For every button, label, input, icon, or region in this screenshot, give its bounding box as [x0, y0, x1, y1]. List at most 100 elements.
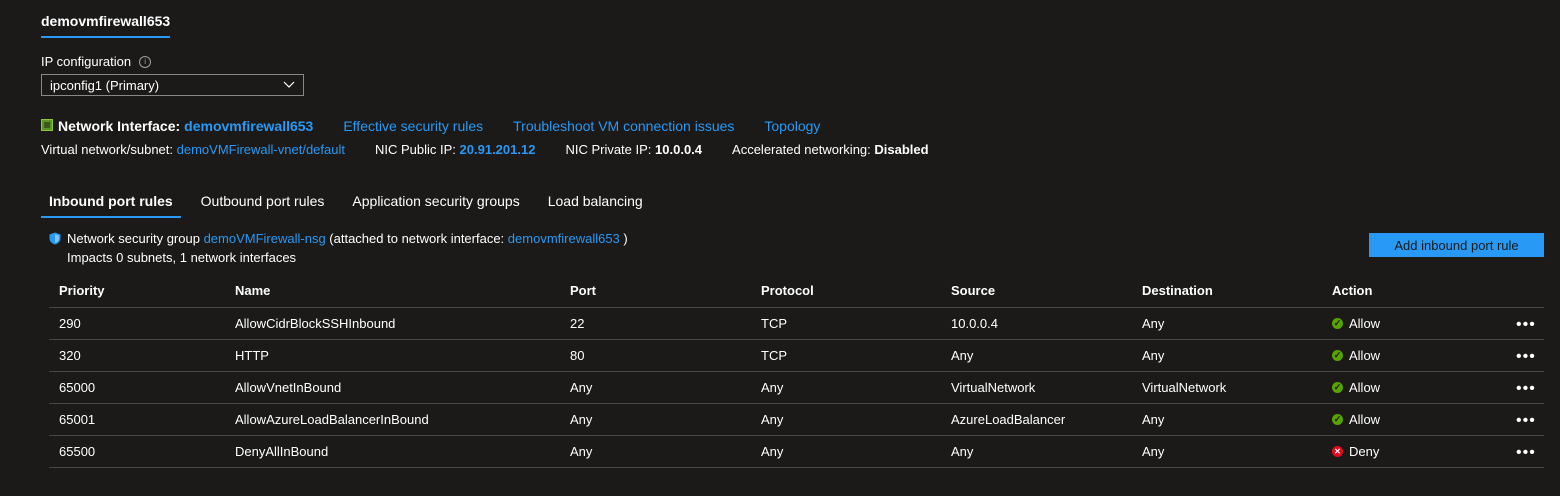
- cell-priority: 65000: [59, 380, 96, 395]
- cell-protocol: Any: [761, 444, 784, 459]
- nic-details: Virtual network/subnet: demoVMFirewall-v…: [41, 142, 959, 157]
- more-icon[interactable]: •••: [1516, 380, 1536, 398]
- action-label: Allow: [1349, 348, 1381, 363]
- cell-priority: 65500: [59, 444, 96, 459]
- cell-destination: Any: [1142, 412, 1165, 427]
- public-ip-detail: NIC Public IP: 20.91.201.12: [375, 142, 535, 157]
- header-port[interactable]: Port: [570, 283, 596, 298]
- cell-protocol: TCP: [761, 348, 787, 363]
- cell-source: VirtualNetwork: [951, 380, 1036, 395]
- cell-priority: 290: [59, 316, 81, 331]
- nic-tab[interactable]: demovmfirewall653: [41, 13, 171, 38]
- action-label: Allow: [1349, 316, 1381, 331]
- public-ip-link[interactable]: 20.91.201.12: [460, 142, 536, 157]
- nsg-info: Network security group demoVMFirewall-ns…: [49, 231, 628, 265]
- tab-load-balancing[interactable]: Load balancing: [540, 193, 651, 218]
- cell-source: Any: [951, 348, 974, 363]
- header-name[interactable]: Name: [235, 283, 270, 298]
- nic-name-link[interactable]: demovmfirewall653: [184, 118, 313, 134]
- nsg-nic-link[interactable]: demovmfirewall653: [508, 231, 620, 246]
- header-source[interactable]: Source: [951, 283, 995, 298]
- cell-name: HTTP: [235, 348, 269, 363]
- cell-action: ✕ Deny: [1332, 444, 1379, 459]
- ip-configuration-selected: ipconfig1 (Primary): [50, 77, 160, 93]
- tab-inbound-port-rules[interactable]: Inbound port rules: [41, 193, 181, 218]
- cell-action: ✓ Allow: [1332, 412, 1380, 427]
- more-icon[interactable]: •••: [1516, 444, 1536, 462]
- action-label: Allow: [1349, 412, 1381, 427]
- cell-protocol: Any: [761, 380, 784, 395]
- effective-security-rules-link[interactable]: Effective security rules: [343, 118, 483, 134]
- table-header: Priority Name Port Protocol Source Desti…: [49, 279, 1544, 308]
- ip-configuration-label: IP configuration i: [41, 54, 152, 69]
- ip-configuration-label-text: IP configuration: [41, 54, 132, 69]
- accel-value: Disabled: [874, 142, 929, 157]
- check-circle-icon: ✓: [1332, 414, 1343, 425]
- cell-destination: Any: [1142, 444, 1165, 459]
- cell-name: DenyAllInBound: [235, 444, 329, 459]
- check-circle-icon: ✓: [1332, 350, 1343, 361]
- cell-destination: VirtualNetwork: [1142, 380, 1227, 395]
- public-ip-label: NIC Public IP:: [374, 142, 456, 157]
- check-circle-icon: ✓: [1332, 382, 1343, 393]
- table-row[interactable]: 290 AllowCidrBlockSSHInbound 22 TCP 10.0…: [49, 308, 1544, 340]
- accel-label: Accelerated networking:: [732, 142, 871, 157]
- nic-header: Network Interface: demovmfirewall653 Eff…: [41, 118, 820, 134]
- nsg-link[interactable]: demoVMFirewall-nsg: [204, 231, 326, 246]
- vnet-label: Virtual network/subnet:: [41, 142, 173, 157]
- more-icon[interactable]: •••: [1516, 348, 1536, 366]
- ip-configuration-dropdown[interactable]: ipconfig1 (Primary): [41, 74, 304, 96]
- header-protocol[interactable]: Protocol: [761, 283, 814, 298]
- vnet-detail: Virtual network/subnet: demoVMFirewall-v…: [41, 142, 345, 157]
- cell-priority: 320: [59, 348, 81, 363]
- tab-outbound-port-rules[interactable]: Outbound port rules: [193, 193, 333, 218]
- chevron-down-icon: [283, 81, 295, 88]
- table-row[interactable]: 65001 AllowAzureLoadBalancerInBound Any …: [49, 404, 1544, 436]
- cell-source: 10.0.0.4: [951, 316, 998, 331]
- cell-name: AllowVnetInBound: [235, 380, 342, 395]
- cell-port: Any: [570, 380, 593, 395]
- topology-link[interactable]: Topology: [764, 118, 820, 134]
- nic-label: Network Interface:: [58, 118, 181, 134]
- vnet-link[interactable]: demoVMFirewall-vnet/default: [177, 142, 345, 157]
- more-icon[interactable]: •••: [1516, 316, 1536, 334]
- cell-protocol: TCP: [761, 316, 787, 331]
- troubleshoot-link[interactable]: Troubleshoot VM connection issues: [513, 118, 734, 134]
- private-ip-value: 10.0.0.4: [655, 142, 703, 157]
- more-icon[interactable]: •••: [1516, 412, 1536, 430]
- header-action[interactable]: Action: [1332, 283, 1372, 298]
- cell-port: 80: [570, 348, 585, 363]
- table-row[interactable]: 65000 AllowVnetInBound Any Any VirtualNe…: [49, 372, 1544, 404]
- add-inbound-port-rule-button[interactable]: Add inbound port rule: [1369, 233, 1544, 257]
- cell-destination: Any: [1142, 316, 1165, 331]
- cell-source: AzureLoadBalancer: [951, 412, 1066, 427]
- nsg-prefix: Network security group: [67, 231, 200, 246]
- table-row[interactable]: 320 HTTP 80 TCP Any Any ✓ Allow •••: [49, 340, 1544, 372]
- check-circle-icon: ✓: [1332, 318, 1343, 329]
- cell-action: ✓ Allow: [1332, 380, 1380, 395]
- accel-detail: Accelerated networking: Disabled: [732, 142, 929, 157]
- cell-protocol: Any: [761, 412, 784, 427]
- cell-action: ✓ Allow: [1332, 316, 1380, 331]
- header-destination[interactable]: Destination: [1142, 283, 1213, 298]
- private-ip-label: NIC Private IP:: [565, 142, 652, 157]
- table-row[interactable]: 65500 DenyAllInBound Any Any Any Any ✕ De…: [49, 436, 1544, 468]
- cell-port: Any: [570, 412, 593, 427]
- cell-name: AllowAzureLoadBalancerInBound: [235, 412, 429, 427]
- info-icon[interactable]: i: [139, 55, 152, 68]
- nsg-suffix: ): [623, 231, 628, 246]
- inbound-rules-table: Priority Name Port Protocol Source Desti…: [49, 279, 1544, 468]
- network-interface-icon: [41, 119, 53, 131]
- nsg-impacts: Impacts 0 subnets, 1 network interfaces: [67, 250, 297, 265]
- tab-application-security-groups[interactable]: Application security groups: [344, 193, 527, 218]
- shield-icon: [49, 232, 61, 245]
- x-circle-icon: ✕: [1332, 446, 1343, 457]
- cell-port: Any: [570, 444, 593, 459]
- private-ip-detail: NIC Private IP: 10.0.0.4: [565, 142, 702, 157]
- nsg-mid: (attached to network interface:: [329, 231, 505, 246]
- rules-tabs: Inbound port rules Outbound port rules A…: [41, 193, 663, 218]
- header-priority[interactable]: Priority: [59, 283, 105, 298]
- action-label: Deny: [1349, 444, 1380, 459]
- cell-name: AllowCidrBlockSSHInbound: [235, 316, 396, 331]
- cell-action: ✓ Allow: [1332, 348, 1380, 363]
